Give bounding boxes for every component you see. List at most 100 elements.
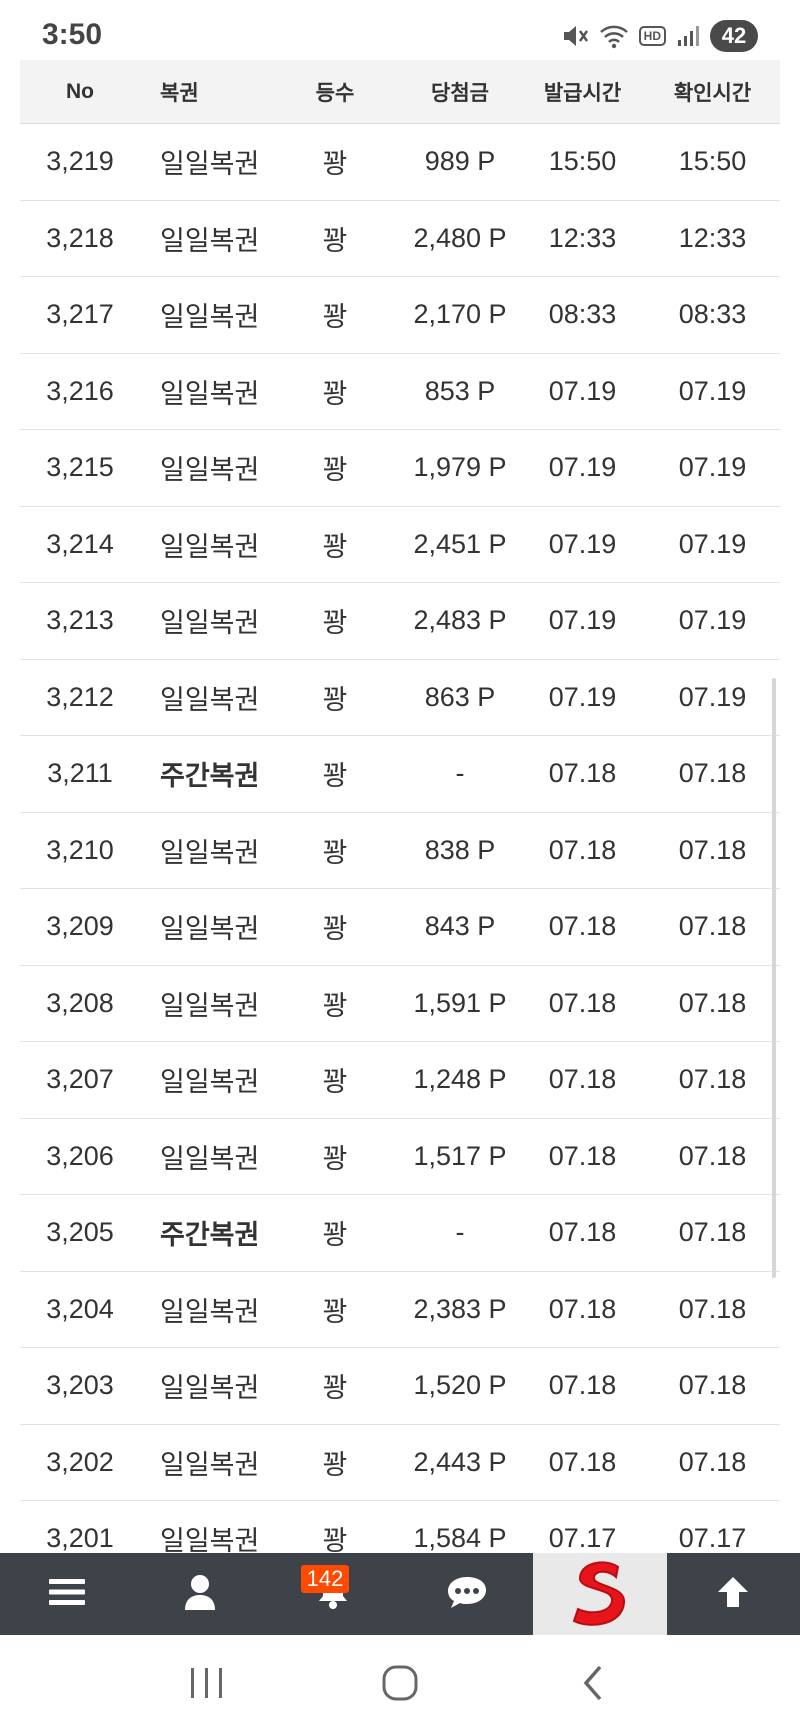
table-row[interactable]: 3,207 일일복권 꽝 1,248 P 07.18 07.18 [20, 1042, 780, 1119]
header-checked: 확인시간 [673, 80, 752, 105]
row-no: 3,213 [46, 605, 114, 636]
recent-apps-icon [187, 1666, 227, 1704]
row-checked: 07.19 [678, 605, 747, 636]
table-row[interactable]: 3,206 일일복권 꽝 1,517 P 07.18 07.18 [20, 1119, 780, 1195]
header-rank: 등수 [315, 80, 355, 105]
row-checked: 07.18 [678, 1446, 747, 1477]
row-type: 일일복권 [160, 1067, 260, 1098]
row-rank: 꽝 [322, 1067, 348, 1098]
row-rank: 꽝 [322, 531, 348, 562]
row-amount: 2,451 P [413, 528, 507, 559]
logo-button[interactable] [533, 1553, 667, 1635]
row-type: 일일복권 [160, 914, 260, 945]
row-amount: 1,520 P [413, 1370, 507, 1401]
table-row[interactable]: 3,209 일일복권 꽝 843 P 07.18 07.18 [20, 889, 780, 966]
status-icons: HD 42 [561, 20, 758, 52]
lottery-history-table: No 복권 등수 당첨금 발급시간 확인시간 3,219 일일복권 꽝 989 P 15… [20, 60, 780, 1553]
table-row[interactable]: 3,211 주간복권 꽝 - 07.18 07.18 [20, 736, 780, 813]
table-body: 3,219 일일복권 꽝 989 P 15:50 15:50 3,218 일일복권 꽝 2,480… [20, 124, 780, 1553]
row-issued: 07.19 [548, 375, 617, 406]
table-row[interactable]: 3,214 일일복권 꽝 2,451 P 07.19 07.19 [20, 507, 780, 583]
row-issued: 07.18 [548, 1293, 617, 1324]
row-amount: 989 P [424, 146, 496, 177]
signal-icon [676, 24, 700, 48]
row-type: 일일복권 [160, 455, 260, 486]
row-type: 일일복권 [160, 608, 260, 639]
table-row[interactable]: 3,205 주간복권 꽝 - 07.18 07.18 [20, 1195, 780, 1272]
row-amount: - [455, 758, 465, 789]
row-type: 일일복권 [160, 1373, 260, 1404]
row-rank: 꽝 [322, 378, 348, 409]
row-issued: 07.18 [548, 1140, 617, 1171]
profile-button[interactable] [133, 1553, 266, 1635]
scrollbar[interactable] [772, 678, 776, 1278]
table-row[interactable]: 3,219 일일복권 꽝 989 P 15:50 15:50 [20, 124, 780, 201]
row-amount: 838 P [424, 834, 496, 865]
row-amount: 863 P [424, 681, 496, 712]
scroll-top-button[interactable] [667, 1553, 800, 1635]
row-type: 일일복권 [160, 837, 260, 868]
row-no: 3,215 [46, 452, 114, 483]
row-issued: 07.18 [548, 1217, 617, 1248]
row-rank: 꽝 [322, 225, 348, 256]
row-amount: 2,443 P [413, 1446, 507, 1477]
table-row[interactable]: 3,204 일일복권 꽝 2,383 P 07.18 07.18 [20, 1272, 780, 1348]
row-issued: 07.18 [548, 1446, 617, 1477]
header-no: No [66, 79, 94, 103]
row-rank: 꽝 [322, 1449, 348, 1480]
row-no: 3,204 [46, 1293, 114, 1324]
recent-apps-button[interactable] [167, 1655, 247, 1715]
row-rank: 꽝 [322, 455, 348, 486]
row-issued: 07.19 [548, 528, 617, 559]
table-row[interactable]: 3,213 일일복권 꽝 2,483 P 07.19 07.19 [20, 583, 780, 660]
table-row[interactable]: 3,210 일일복권 꽝 838 P 07.18 07.18 [20, 813, 780, 889]
header-issued: 발급시간 [543, 80, 622, 105]
home-button[interactable] [360, 1655, 440, 1715]
row-issued: 07.18 [548, 758, 617, 789]
row-checked: 07.18 [678, 987, 747, 1018]
row-type: 일일복권 [160, 684, 260, 715]
chat-bubble-icon [447, 1575, 487, 1613]
table-row[interactable]: 3,202 일일복권 꽝 2,443 P 07.18 07.18 [20, 1425, 780, 1501]
table-row[interactable]: 3,208 일일복권 꽝 1,591 P 07.18 07.18 [20, 966, 780, 1042]
row-no: 3,218 [46, 222, 114, 253]
row-checked: 07.19 [678, 528, 747, 559]
row-issued: 07.18 [548, 1064, 617, 1095]
row-amount: 1,591 P [413, 987, 507, 1018]
row-issued: 08:33 [548, 299, 617, 330]
chat-button[interactable] [400, 1553, 533, 1635]
row-type: 일일복권 [160, 531, 260, 562]
back-button[interactable] [553, 1655, 633, 1715]
table-row[interactable]: 3,203 일일복권 꽝 1,520 P 07.18 07.18 [20, 1348, 780, 1425]
row-issued: 15:50 [548, 146, 617, 177]
row-checked: 12:33 [678, 222, 747, 253]
row-type: 일일복권 [160, 378, 260, 409]
header-type: 복권 [160, 80, 199, 105]
row-no: 3,219 [46, 146, 114, 177]
table-row[interactable]: 3,212 일일복권 꽝 863 P 07.19 07.19 [20, 660, 780, 736]
row-rank: 꽝 [322, 1296, 348, 1327]
arrow-up-icon [715, 1574, 751, 1614]
row-checked: 08:33 [678, 299, 747, 330]
hd-icon: HD [638, 26, 666, 46]
table-row[interactable]: 3,215 일일복권 꽝 1,979 P 07.19 07.19 [20, 430, 780, 507]
row-rank: 꽝 [322, 302, 348, 333]
row-issued: 07.19 [548, 605, 617, 636]
row-amount: - [455, 1217, 465, 1248]
row-checked: 07.17 [678, 1523, 747, 1553]
row-rank: 꽝 [322, 608, 348, 639]
menu-button[interactable] [0, 1553, 133, 1635]
row-checked: 15:50 [678, 146, 747, 177]
row-no: 3,211 [47, 758, 113, 789]
row-no: 3,210 [46, 834, 114, 865]
notifications-button[interactable]: 142 [267, 1553, 400, 1635]
table-row[interactable]: 3,217 일일복권 꽝 2,170 P 08:33 08:33 [20, 277, 780, 354]
row-type: 주간복권 [160, 1220, 260, 1251]
table-row[interactable]: 3,201 일일복권 꽝 1,584 P 07.17 07.17 [20, 1501, 780, 1553]
table-row[interactable]: 3,216 일일복권 꽝 853 P 07.19 07.19 [20, 354, 780, 430]
row-no: 3,209 [46, 911, 114, 942]
row-amount: 1,517 P [413, 1140, 507, 1171]
table-row[interactable]: 3,218 일일복권 꽝 2,480 P 12:33 12:33 [20, 201, 780, 277]
row-type: 일일복권 [160, 1143, 260, 1174]
row-amount: 2,483 P [413, 605, 507, 636]
